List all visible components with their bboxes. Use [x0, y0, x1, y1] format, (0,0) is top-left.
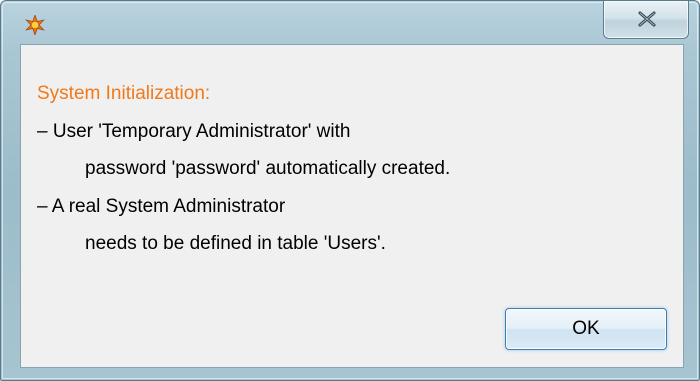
close-icon [638, 11, 656, 27]
close-button[interactable] [603, 1, 689, 39]
dialog-window: System Initialization: – User 'Temporary… [0, 0, 700, 381]
message-line: needs to be defined in table 'Users'. [85, 233, 386, 254]
message-heading: System Initialization: [37, 83, 211, 104]
message-text: System Initialization: – User 'Temporary… [37, 75, 450, 263]
starburst-app-icon [25, 13, 45, 37]
title-bar[interactable] [1, 1, 699, 43]
dialog-content: System Initialization: – User 'Temporary… [20, 44, 684, 368]
message-line: – User 'Temporary Administrator' with [37, 120, 351, 142]
message-line: password 'password' automatically create… [85, 158, 451, 179]
ok-button[interactable]: OK [505, 308, 667, 350]
message-line: – A real System Administrator [37, 195, 286, 217]
